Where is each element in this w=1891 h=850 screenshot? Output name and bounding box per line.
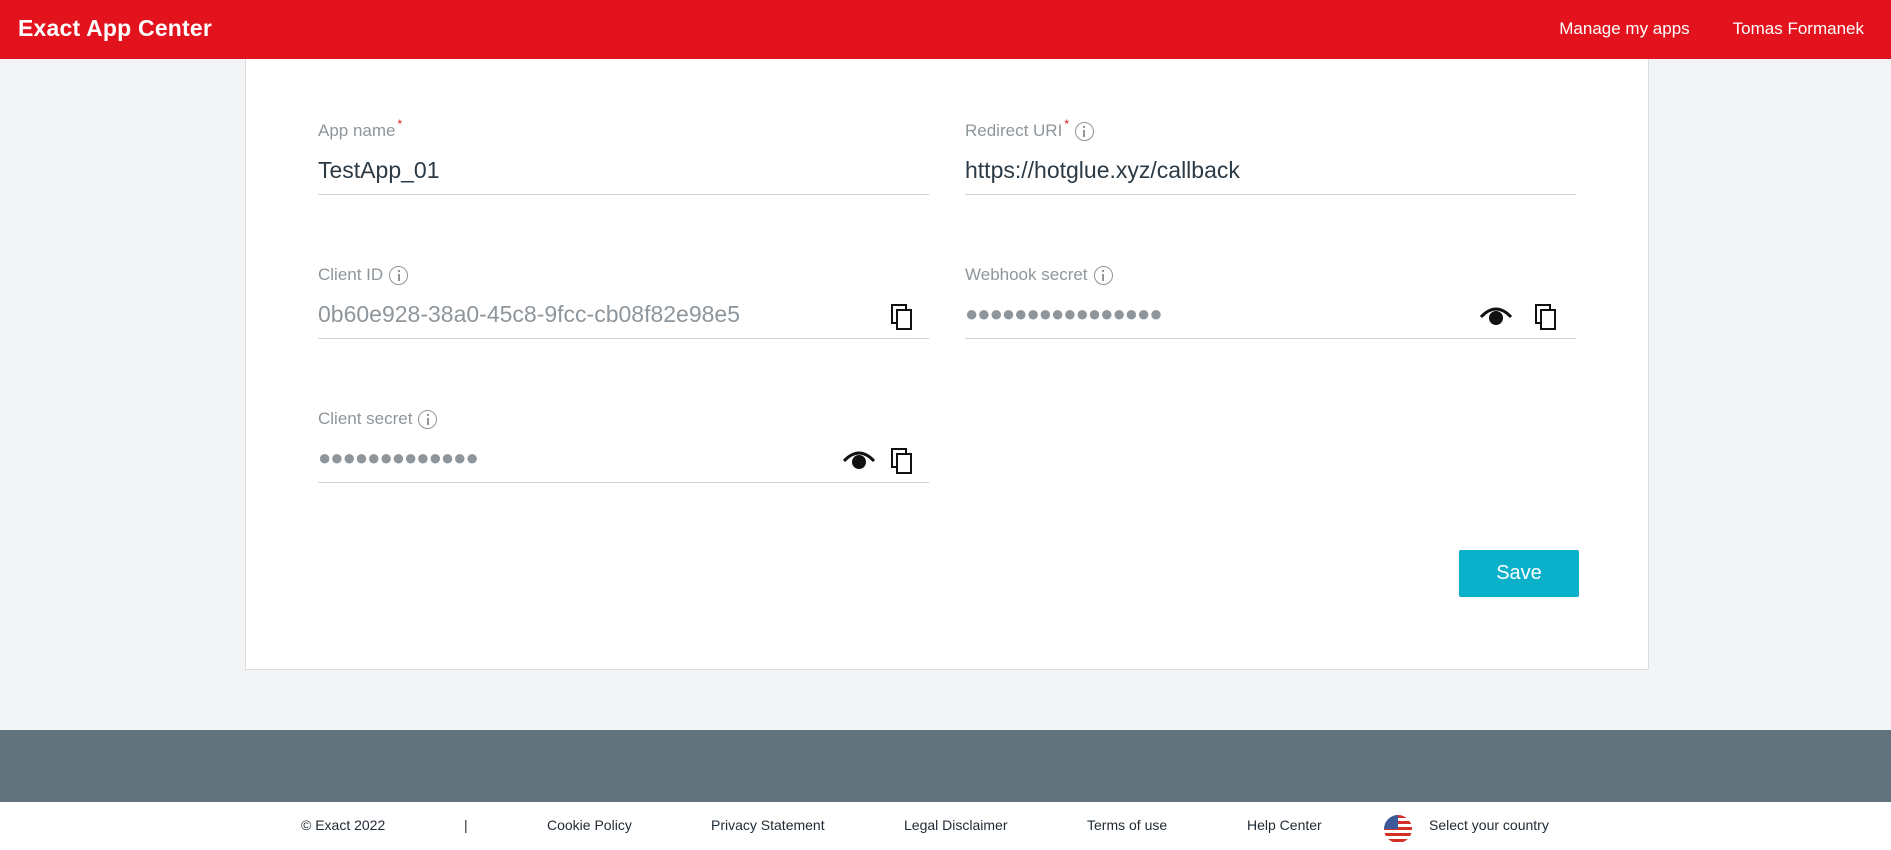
footer: © Exact 2022 | Cookie Policy Privacy Sta… <box>0 802 1891 850</box>
copy-icon[interactable] <box>1534 303 1558 331</box>
manage-my-apps-link[interactable]: Manage my apps <box>1559 19 1689 39</box>
terms-of-use-link[interactable]: Terms of use <box>1087 817 1167 833</box>
redirect-uri-label-text: Redirect URI <box>965 121 1063 140</box>
select-country-link[interactable]: Select your country <box>1429 817 1549 833</box>
client-secret-label-text: Client secret <box>318 409 413 428</box>
app-name-label: App name * <box>318 117 402 141</box>
client-id-label-text: Client ID <box>318 265 384 284</box>
copy-icon[interactable] <box>890 447 914 475</box>
top-nav: Manage my apps Tomas Formanek <box>1559 19 1864 39</box>
redirect-uri-field: Redirect URI * https://hotglue.xyz/callb… <box>965 117 1576 255</box>
info-icon[interactable] <box>389 265 409 285</box>
info-icon[interactable] <box>1074 121 1094 141</box>
webhook-secret-value: ●●●●●●●●●●●●●●●● <box>965 301 1163 326</box>
us-flag-icon[interactable] <box>1384 815 1412 843</box>
info-icon[interactable] <box>418 409 438 429</box>
eye-icon[interactable] <box>1479 303 1513 327</box>
redirect-uri-input[interactable]: https://hotglue.xyz/callback <box>965 157 1240 184</box>
client-secret-underline <box>318 482 929 483</box>
user-menu[interactable]: Tomas Formanek <box>1733 19 1864 39</box>
client-id-label: Client ID <box>318 265 409 285</box>
info-icon[interactable] <box>1093 265 1113 285</box>
required-marker: * <box>397 117 403 131</box>
webhook-secret-label-text: Webhook secret <box>965 265 1088 284</box>
app-name-field: App name * TestApp_01 <box>318 117 929 255</box>
app-name-underline <box>318 194 929 195</box>
privacy-statement-link[interactable]: Privacy Statement <box>711 817 825 833</box>
client-id-field: Client ID 0b60e928-38a0-45c8-9fcc-cb08f8… <box>318 265 929 399</box>
client-secret-label: Client secret <box>318 409 438 429</box>
redirect-uri-underline <box>965 194 1576 195</box>
app-name-input[interactable]: TestApp_01 <box>318 157 439 184</box>
cookie-policy-link[interactable]: Cookie Policy <box>547 817 632 833</box>
client-id-underline <box>318 338 929 339</box>
help-center-link[interactable]: Help Center <box>1247 817 1322 833</box>
webhook-secret-label: Webhook secret <box>965 265 1113 285</box>
required-marker: * <box>1064 117 1069 131</box>
footer-separator: | <box>464 817 468 833</box>
app-name-label-text: App name <box>318 121 396 140</box>
legal-disclaimer-link[interactable]: Legal Disclaimer <box>904 817 1007 833</box>
copy-icon[interactable] <box>890 303 914 331</box>
client-id-value: 0b60e928-38a0-45c8-9fcc-cb08f82e98e5 <box>318 301 740 327</box>
redirect-uri-label: Redirect URI * <box>965 117 1094 141</box>
footer-band <box>0 730 1891 802</box>
eye-icon[interactable] <box>842 447 876 471</box>
top-bar: Exact App Center Manage my apps Tomas Fo… <box>0 0 1891 59</box>
app-details-card: App name * TestApp_01 Redirect URI * htt… <box>245 59 1649 670</box>
client-secret-field: Client secret ●●●●●●●●●●●●● <box>318 409 929 543</box>
save-button[interactable]: Save <box>1459 550 1579 597</box>
copyright: © Exact 2022 <box>301 817 386 833</box>
webhook-secret-field: Webhook secret ●●●●●●●●●●●●●●●● <box>965 265 1576 399</box>
webhook-secret-underline <box>965 338 1576 339</box>
brand-logo[interactable]: Exact App Center <box>18 15 212 42</box>
client-secret-value: ●●●●●●●●●●●●● <box>318 445 479 470</box>
